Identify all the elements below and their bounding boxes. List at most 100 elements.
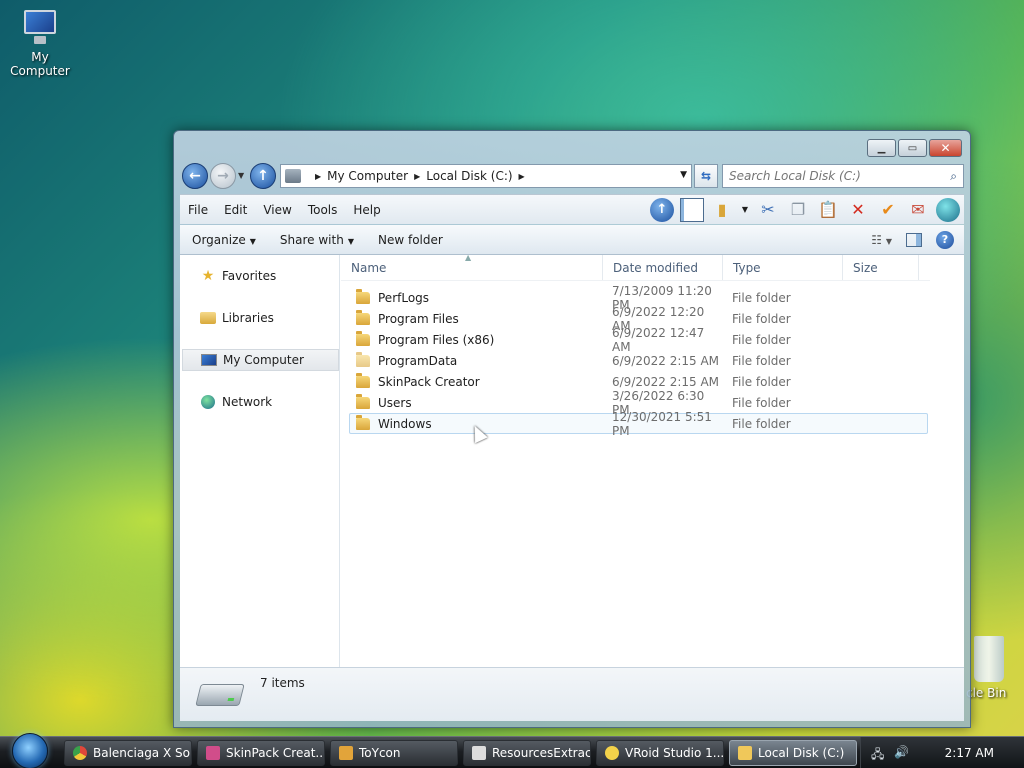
- address-bar[interactable]: ▶ My Computer ▶ Local Disk (C:) ▶ ▼: [280, 164, 692, 188]
- organize-button[interactable]: Organize ▼: [180, 233, 268, 247]
- maximize-button[interactable]: ▭: [898, 139, 927, 157]
- content-area: ★ Favorites Libraries My Computer Networ…: [180, 253, 964, 667]
- file-type: File folder: [732, 311, 791, 326]
- menu-file[interactable]: File: [180, 203, 216, 217]
- command-bar-right: ☷ ▼ ?: [871, 230, 964, 249]
- taskbar-button-browser[interactable]: Balenciaga X So...: [64, 740, 192, 766]
- computer-icon: [20, 8, 60, 46]
- up-folder-icon[interactable]: ↑: [650, 197, 674, 222]
- up-button[interactable]: ↑: [250, 163, 276, 189]
- nav-item-label: Libraries: [222, 311, 274, 325]
- file-type: File folder: [732, 290, 791, 305]
- file-name: Program Files (x86): [378, 332, 495, 347]
- file-name: Program Files: [378, 311, 459, 326]
- tray-icons: 🖧 🔊: [871, 745, 909, 766]
- command-bar: Organize ▼ Share with ▼ New folder ☷ ▼ ?: [180, 225, 964, 255]
- properties-icon[interactable]: ✉: [906, 198, 930, 222]
- taskbar-button-resourcesextract[interactable]: ResourcesExtract: [463, 740, 591, 766]
- menu-view[interactable]: View: [255, 203, 299, 217]
- copy-icon[interactable]: ❐: [786, 198, 810, 222]
- menu-edit[interactable]: Edit: [216, 203, 255, 217]
- file-type: File folder: [732, 374, 791, 389]
- desktop-icon-my-computer[interactable]: My Computer: [0, 8, 80, 78]
- breadcrumb-separator-icon[interactable]: ▶: [519, 172, 525, 181]
- refresh-button[interactable]: ⇆: [694, 164, 718, 188]
- taskbar-button-vroid[interactable]: VRoid Studio 1....: [596, 740, 724, 766]
- preview-pane-icon[interactable]: [680, 197, 704, 222]
- search-icon[interactable]: ⌕: [950, 169, 957, 184]
- cut-icon[interactable]: ✂: [756, 198, 780, 222]
- volume-icon[interactable]: 🔊: [894, 745, 909, 766]
- file-name: SkinPack Creator: [378, 374, 480, 389]
- start-button[interactable]: [12, 733, 48, 768]
- file-date: 12/30/2021 5:51 PM: [612, 409, 712, 438]
- column-header-size[interactable]: Size: [843, 255, 919, 280]
- globe-icon[interactable]: [936, 197, 960, 222]
- nav-item-favorites[interactable]: ★ Favorites: [180, 265, 339, 287]
- drive-icon: [285, 169, 301, 183]
- file-name: PerfLogs: [378, 290, 430, 305]
- help-icon[interactable]: ?: [936, 230, 954, 249]
- search-input[interactable]: [729, 169, 951, 183]
- taskbar-button-label: Balenciaga X So...: [93, 746, 192, 760]
- details-pane: 7 items: [180, 667, 964, 721]
- column-header-name[interactable]: Name ▲: [341, 253, 603, 280]
- search-box[interactable]: ⌕: [722, 164, 964, 188]
- folder-icon: [356, 330, 370, 346]
- back-button[interactable]: ←: [182, 163, 208, 189]
- desktop-icon-recycle-bin[interactable]: cle Bin: [966, 636, 1024, 700]
- folder-options-icon[interactable]: ▮: [710, 198, 734, 222]
- address-row: ← → ▼ ↑ ▶ My Computer ▶ Local Disk (C:) …: [180, 161, 964, 191]
- dropdown-icon[interactable]: ▼: [740, 198, 750, 222]
- skinpack-icon: [206, 746, 220, 760]
- column-header-row: Name ▲ Date modified Type Size: [341, 253, 930, 281]
- paste-icon[interactable]: 📋: [816, 198, 840, 222]
- chevron-down-icon: ▼: [249, 236, 256, 246]
- nav-item-network[interactable]: Network: [180, 391, 339, 413]
- menu-tools[interactable]: Tools: [300, 203, 346, 217]
- file-row[interactable]: Program Files (x86) 6/9/2022 12:47 AM Fi…: [349, 326, 928, 354]
- menu-help[interactable]: Help: [345, 203, 388, 217]
- explorer-icon: [738, 746, 752, 760]
- breadcrumb-my-computer[interactable]: My Computer: [327, 169, 408, 183]
- taskbar-button-toycon[interactable]: ToYcon: [330, 740, 458, 766]
- file-row[interactable]: ProgramData 6/9/2022 2:15 AM File folder: [349, 350, 928, 371]
- file-row-hovered[interactable]: Windows 12/30/2021 5:51 PM File folder: [349, 410, 928, 438]
- forward-button[interactable]: →: [210, 163, 236, 189]
- star-icon: ★: [201, 268, 215, 284]
- minimize-button[interactable]: ▁: [867, 139, 896, 157]
- nav-item-my-computer[interactable]: My Computer: [182, 349, 339, 371]
- network-tray-icon[interactable]: 🖧: [871, 745, 884, 766]
- breadcrumb-separator-icon[interactable]: ▶: [414, 172, 420, 181]
- preview-pane-toggle-icon[interactable]: [906, 232, 922, 247]
- delete-icon[interactable]: ✕: [846, 198, 870, 222]
- resourcesextract-icon: [472, 746, 486, 760]
- share-with-label: Share with: [279, 232, 344, 247]
- share-with-button[interactable]: Share with ▼: [268, 233, 366, 247]
- window-controls: ▁ ▭ ✕: [867, 139, 962, 157]
- address-dropdown-icon[interactable]: ▼: [680, 170, 687, 180]
- chevron-down-icon: ▼: [347, 236, 354, 246]
- taskbar-button-local-disk[interactable]: Local Disk (C:): [729, 740, 857, 766]
- close-button[interactable]: ✕: [929, 139, 962, 157]
- file-date: 6/9/2022 12:47 AM: [612, 325, 705, 354]
- column-header-date[interactable]: Date modified: [603, 255, 723, 280]
- new-folder-button[interactable]: New folder: [366, 233, 455, 247]
- chrome-icon: [73, 746, 87, 760]
- nav-item-libraries[interactable]: Libraries: [180, 307, 339, 329]
- recent-pages-dropdown[interactable]: ▼: [238, 171, 244, 180]
- folder-icon: [356, 309, 370, 325]
- column-header-type[interactable]: Type: [723, 255, 843, 280]
- breadcrumb-separator-icon[interactable]: ▶: [315, 172, 321, 181]
- close-icon: ✕: [940, 141, 951, 155]
- arrow-right-icon: →: [217, 168, 229, 184]
- file-name: Users: [378, 395, 412, 410]
- breadcrumb-local-disk[interactable]: Local Disk (C:): [426, 169, 512, 183]
- view-options-button[interactable]: ☷ ▼: [871, 233, 892, 247]
- file-date: 6/9/2022 2:15 AM: [612, 353, 720, 368]
- checkmark-icon[interactable]: ✔: [876, 198, 900, 222]
- taskbar-button-skinpack[interactable]: SkinPack Creat...: [197, 740, 325, 766]
- toolbar-icons: ↑ ▮ ▼ ✂ ❐ 📋 ✕ ✔ ✉: [650, 197, 964, 222]
- hard-drive-icon: [195, 684, 245, 706]
- clock[interactable]: 2:17 AM: [945, 746, 994, 760]
